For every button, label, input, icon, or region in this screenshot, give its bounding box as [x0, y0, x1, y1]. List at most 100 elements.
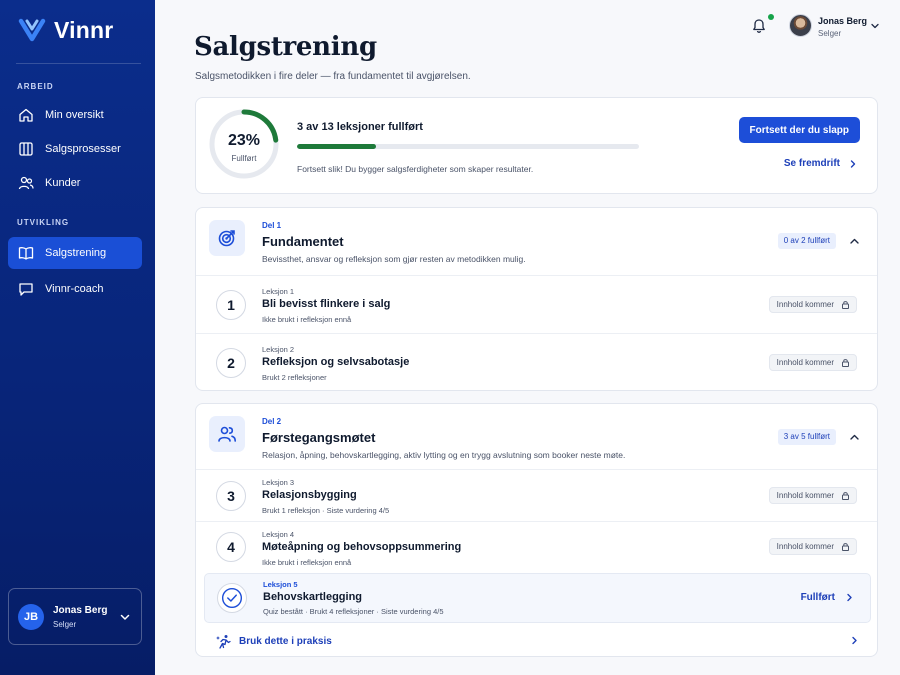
brand-name: Vinnr: [54, 16, 114, 43]
lesson-title: Bli bevisst flinkere i salg: [262, 298, 391, 310]
sidebar-item-vinnr-coach[interactable]: Vinnr-coach: [8, 273, 142, 305]
chevron-right-icon: [847, 593, 852, 602]
section-header[interactable]: Del 2 Førstegangsmøtet Relasjon, åpning,…: [196, 404, 877, 470]
users-icon: [18, 176, 34, 190]
lesson-title: Relasjonsbygging: [262, 489, 357, 501]
practice-link[interactable]: Bruk dette i praksis: [216, 632, 859, 650]
lesson-status-label: Innhold kommer: [776, 542, 834, 551]
lesson-row-4[interactable]: 4 Leksjon 4 Møteåpning og behovsoppsumme…: [196, 522, 877, 572]
continue-button[interactable]: Fortsett der du slapp: [738, 117, 860, 143]
section-kicker: Del 2: [262, 417, 282, 426]
lesson-row-1[interactable]: 1 Leksjon 1 Bli bevisst flinkere i salg …: [196, 276, 877, 334]
user-role: Selger: [53, 619, 77, 629]
user-name: Jonas Berg: [53, 604, 108, 616]
sidebar-user-menu[interactable]: JB Jonas Berg Selger: [8, 588, 142, 645]
lesson-meta: Ikke brukt i refleksjon ennå: [262, 558, 352, 567]
lesson-status-pill: Innhold kommer: [768, 487, 857, 504]
lesson-status-pill: Innhold kommer: [768, 538, 857, 555]
lesson-kicker: Leksjon 1: [262, 287, 295, 296]
lesson-row-5[interactable]: Leksjon 5 Behovskartlegging Quiz bestått…: [204, 573, 871, 623]
sidebar-item-label: Vinnr-coach: [45, 283, 104, 295]
header-user-role: Selger: [818, 29, 842, 38]
sidebar: Vinnr ARBEID Min oversikt Salgsprosesser…: [0, 0, 155, 675]
lesson-title: Refleksjon og selvsabotasje: [262, 356, 410, 368]
lesson-kicker: Leksjon 4: [262, 530, 295, 539]
bell-icon[interactable]: [751, 18, 767, 34]
sidebar-item-label: Min oversikt: [45, 109, 104, 121]
lesson-meta: Brukt 1 refleksjon · Siste vurdering 4/5: [262, 506, 390, 515]
lock-icon: [842, 543, 849, 551]
section-card-forstegangsmotet: Del 2 Førstegangsmøtet Relasjon, åpning,…: [195, 403, 878, 657]
lesson-row-2[interactable]: 2 Leksjon 2 Refleksjon og selvsabotasje …: [196, 334, 877, 392]
home-icon: [19, 108, 33, 122]
header-avatar[interactable]: [789, 14, 812, 37]
book-icon: [18, 247, 34, 260]
section-title: Førstegangsmøtet: [262, 430, 376, 445]
section-header[interactable]: Del 1 Fundamentet Bevissthet, ansvar og …: [196, 208, 877, 276]
lesson-title: Møteåpning og behovsoppsummering: [262, 541, 462, 553]
chat-icon: [19, 283, 33, 296]
chevron-right-icon: [850, 159, 856, 168]
target-icon: [218, 230, 235, 247]
lesson-kicker: Leksjon 2: [262, 345, 295, 354]
lesson-status-label: Innhold kommer: [776, 358, 834, 367]
sidebar-item-label: Salgsprosesser: [45, 143, 121, 155]
progress-note: Fortsett slik! Du bygger salgsferdighete…: [297, 164, 534, 174]
lesson-row-3[interactable]: 3 Leksjon 3 Relasjonsbygging Brukt 1 ref…: [196, 470, 877, 522]
progress-card: 23% Fullført 3 av 13 leksjoner fullført …: [195, 97, 878, 194]
lesson-status-label: Fullført: [800, 592, 835, 603]
section-progress-badge: 0 av 2 fullført: [777, 233, 836, 249]
lesson-kicker: Leksjon 5: [263, 580, 298, 589]
progress-ring-label: Fullført: [231, 154, 257, 163]
section-kicker: Del 1: [262, 221, 282, 230]
brand-logo[interactable]: Vinnr: [18, 16, 113, 44]
lesson-meta: Quiz bestått · Brukt 4 refleksjoner · Si…: [263, 607, 444, 616]
lesson-status-label: Innhold kommer: [776, 491, 834, 500]
sidebar-item-salgstrening[interactable]: Salgstrening: [8, 237, 142, 269]
lesson-status-label: Innhold kommer: [776, 300, 834, 309]
vinnr-logo-icon: [18, 18, 46, 42]
section-icon: [209, 416, 245, 452]
lesson-number: 4: [216, 532, 246, 562]
sidebar-item-salgsprosesser[interactable]: Salgsprosesser: [8, 133, 142, 165]
chevron-down-icon[interactable]: [870, 21, 880, 31]
lesson-completed-link[interactable]: Fullført: [801, 592, 854, 603]
sidebar-divider: [16, 63, 141, 64]
chevron-up-icon[interactable]: [849, 432, 860, 443]
section-progress-badge: 3 av 5 fullført: [777, 429, 836, 445]
progress-bar: [297, 144, 639, 149]
sidebar-item-kunder[interactable]: Kunder: [8, 167, 142, 199]
lesson-title: Behovskartlegging: [263, 591, 363, 603]
progress-summary: 3 av 13 leksjoner fullført: [297, 121, 423, 133]
lesson-kicker: Leksjon 3: [262, 478, 295, 487]
lesson-number: 3: [216, 481, 246, 511]
lock-icon: [842, 359, 849, 367]
view-progress-link[interactable]: Se fremdrift: [784, 158, 858, 169]
progress-bar-fill: [297, 144, 376, 149]
section-icon: [209, 220, 245, 256]
lesson-status-pill: Innhold kommer: [768, 354, 857, 371]
chevron-right-icon: [852, 636, 857, 645]
check-circle-icon: [221, 587, 243, 609]
header-user-name[interactable]: Jonas Berg: [818, 16, 867, 26]
practice-label: Bruk dette i praksis: [239, 635, 332, 647]
people-icon: [218, 426, 236, 442]
page-title: Salgstrening: [194, 32, 377, 62]
section-title: Fundamentet: [262, 234, 344, 249]
nav-section-utvikling: UTVIKLING: [17, 218, 70, 227]
lesson-number: 2: [216, 348, 246, 378]
columns-icon: [19, 142, 33, 156]
progress-percent: 23%: [227, 132, 261, 149]
lesson-complete-check: [217, 583, 247, 613]
chevron-up-icon[interactable]: [849, 236, 860, 247]
sidebar-item-min-oversikt[interactable]: Min oversikt: [8, 99, 142, 131]
lesson-meta: Brukt 2 refleksjoner: [262, 373, 327, 382]
sparkle-walk-icon: [216, 634, 231, 649]
sidebar-item-label: Salgstrening: [45, 247, 107, 259]
sidebar-item-label: Kunder: [45, 177, 81, 189]
page-subtitle: Salgsmetodikken i fire deler — fra funda…: [195, 71, 471, 82]
chevron-down-icon: [120, 614, 130, 620]
nav-section-arbeid: ARBEID: [17, 82, 54, 91]
lesson-number: 1: [216, 290, 246, 320]
view-progress-label: Se fremdrift: [783, 158, 840, 169]
